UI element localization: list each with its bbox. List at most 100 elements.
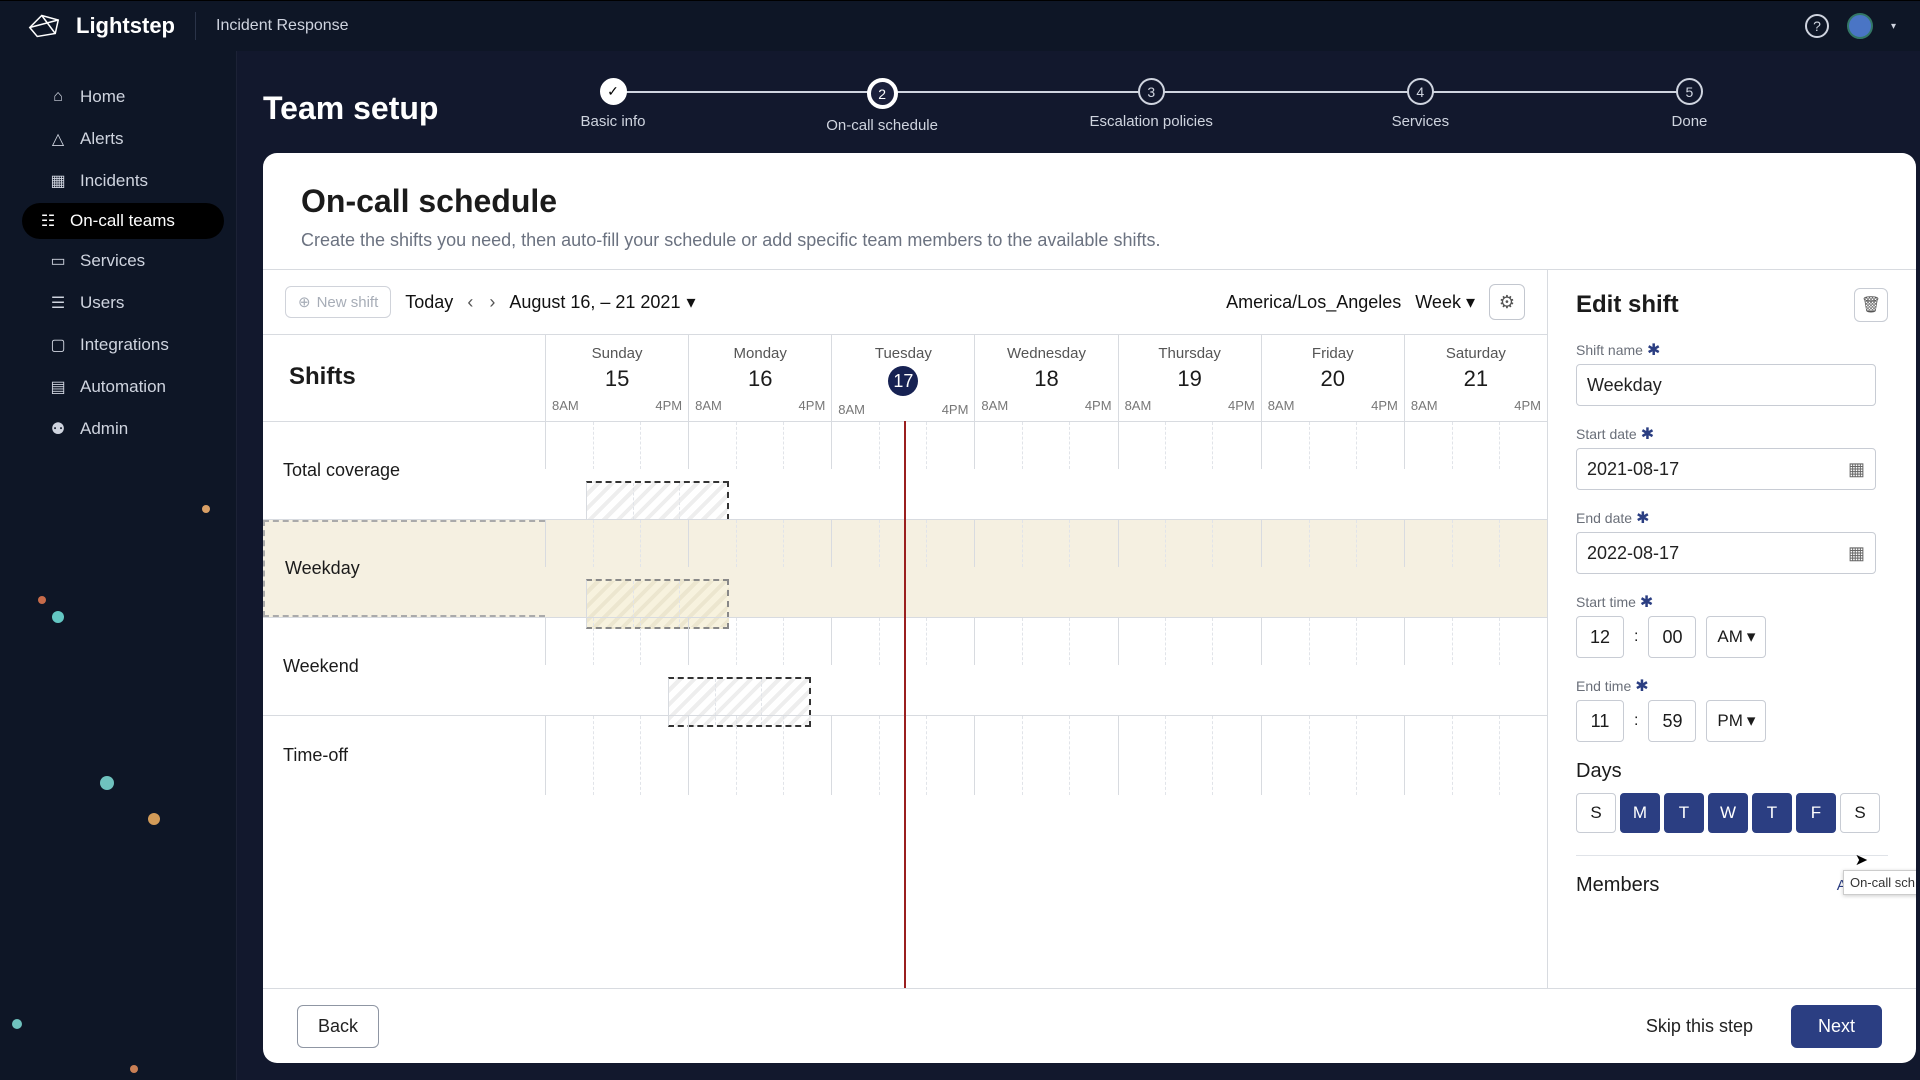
next-button[interactable]: Next (1791, 1005, 1882, 1048)
date-range-picker[interactable]: August 16, – 21 2021 ▾ (509, 292, 695, 313)
team-icon: ☷ (38, 211, 58, 231)
colon: : (1634, 712, 1638, 730)
colon: : (1634, 628, 1638, 646)
start-ampm-value: AM (1717, 627, 1743, 647)
step-number: 5 (1676, 78, 1703, 105)
nav-integrations-label: Integrations (80, 335, 169, 355)
day-header: Sunday 15 8AM4PM (545, 335, 688, 421)
alert-icon: △ (48, 129, 68, 149)
incidents-icon: ▦ (48, 171, 68, 191)
chevron-down-icon: ▾ (686, 292, 695, 313)
divider (1576, 855, 1888, 856)
shift-name-input[interactable]: Weekday (1576, 364, 1876, 406)
day-name: Thursday (1119, 345, 1261, 362)
end-hour-input[interactable]: 11 (1576, 700, 1624, 742)
end-ampm-value: PM (1717, 711, 1743, 731)
required-icon: ✱ (1636, 508, 1649, 528)
end-date-value: 2022-08-17 (1587, 543, 1679, 564)
next-week-button[interactable]: › (489, 292, 495, 313)
automation-icon: ▤ (48, 377, 68, 397)
hour-label: 8AM (1268, 398, 1295, 413)
step-label: Basic info (580, 113, 645, 130)
step-oncall[interactable]: 2On-call schedule (748, 78, 1017, 134)
gear-icon[interactable]: ⚙ (1489, 284, 1525, 320)
hour-label: 8AM (1411, 398, 1438, 413)
plus-icon: ⊕ (298, 293, 311, 311)
day-number: 17 (888, 366, 918, 396)
brand-name: Lightstep (76, 13, 175, 39)
section-subtitle: Create the shifts you need, then auto-fi… (301, 230, 1876, 251)
start-hour-input[interactable]: 12 (1576, 616, 1624, 658)
prev-week-button[interactable]: ‹ (467, 292, 473, 313)
step-label: On-call schedule (826, 117, 938, 134)
back-button[interactable]: Back (297, 1005, 379, 1048)
nav-integrations[interactable]: ▢Integrations (24, 325, 222, 365)
day-toggle-fri[interactable]: F (1796, 793, 1836, 833)
cursor-icon: ➤ (1855, 850, 1868, 870)
step-done[interactable]: 5Done (1555, 78, 1824, 130)
required-icon: ✱ (1640, 592, 1653, 612)
nav-oncall-teams[interactable]: ☷ On-call teams (22, 203, 224, 239)
nav-automation[interactable]: ▤ Automation (24, 367, 222, 407)
nav-admin[interactable]: ⚉Admin (24, 409, 222, 449)
hour-label: 4PM (1371, 398, 1398, 413)
edit-shift-panel: Edit shift 🗑 Shift name✱ Weekday Start d… (1548, 270, 1916, 988)
day-toggle-thu[interactable]: T (1752, 793, 1792, 833)
step-services[interactable]: 4Services (1286, 78, 1555, 130)
new-shift-button[interactable]: ⊕New shift (285, 286, 391, 318)
end-ampm-select[interactable]: PM ▾ (1706, 700, 1766, 742)
day-number: 20 (1262, 366, 1404, 392)
hour-label: 8AM (1125, 398, 1152, 413)
nav-users-label: Users (80, 293, 124, 313)
brand-logo[interactable]: Lightstep (24, 11, 175, 41)
end-date-input[interactable]: 2022-08-17▦ (1576, 532, 1876, 574)
start-time-label: Start time (1576, 594, 1636, 610)
sidebar: ⌂Home △Alerts ▦Incidents ☷On-call teams … (0, 51, 237, 1080)
day-name: Tuesday (832, 345, 974, 362)
nav-automation-label: Automation (80, 377, 166, 397)
nav-incidents[interactable]: ▦Incidents (24, 161, 222, 201)
day-toggle-mon[interactable]: M (1620, 793, 1660, 833)
day-header: Tuesday 17 8AM4PM (831, 335, 974, 421)
delete-shift-button[interactable]: 🗑 (1854, 288, 1888, 322)
step-basic-info[interactable]: ✓Basic info (478, 78, 747, 130)
help-icon[interactable]: ? (1805, 14, 1829, 38)
nav-admin-label: Admin (80, 419, 128, 439)
home-icon: ⌂ (48, 88, 68, 106)
app-subtitle: Incident Response (216, 17, 349, 35)
day-toggle-sat[interactable]: S (1840, 793, 1880, 833)
skip-step-button[interactable]: Skip this step (1626, 1006, 1773, 1047)
nav-alerts[interactable]: △Alerts (24, 119, 222, 159)
day-number: 18 (975, 366, 1117, 392)
nav-home[interactable]: ⌂Home (24, 77, 222, 117)
day-toggle-wed[interactable]: W (1708, 793, 1748, 833)
hour-label: 8AM (838, 402, 865, 417)
step-escalation[interactable]: 3Escalation policies (1017, 78, 1286, 130)
nav-oncall-label: On-call teams (70, 211, 175, 231)
avatar[interactable] (1847, 13, 1873, 39)
nav-users[interactable]: ☰Users (24, 283, 222, 323)
day-name: Saturday (1405, 345, 1547, 362)
row-label: Weekend (263, 618, 545, 715)
date-range-label: August 16, – 21 2021 (509, 292, 680, 313)
start-ampm-select[interactable]: AM ▾ (1706, 616, 1766, 658)
start-minute-input[interactable]: 00 (1648, 616, 1696, 658)
hour-label: 4PM (1085, 398, 1112, 413)
nav-services-label: Services (80, 251, 145, 271)
start-date-input[interactable]: 2021-08-17▦ (1576, 448, 1876, 490)
required-icon: ✱ (1635, 676, 1648, 696)
view-select[interactable]: Week ▾ (1415, 292, 1475, 313)
start-date-label: Start date (1576, 426, 1637, 442)
nav-services[interactable]: ▭Services (24, 241, 222, 281)
members-heading: Members (1576, 874, 1659, 897)
day-header: Friday 20 8AM4PM (1261, 335, 1404, 421)
day-toggle-tue[interactable]: T (1664, 793, 1704, 833)
end-minute-input[interactable]: 59 (1648, 700, 1696, 742)
stepper: ✓Basic info 2On-call schedule 3Escalatio… (478, 78, 1920, 134)
chevron-down-icon[interactable]: ▾ (1891, 21, 1896, 32)
current-time-line: 12:20 (904, 421, 906, 988)
day-toggle-sun[interactable]: S (1576, 793, 1616, 833)
day-number: 15 (546, 366, 688, 392)
today-button[interactable]: Today (405, 292, 453, 313)
step-number: 3 (1138, 78, 1165, 105)
